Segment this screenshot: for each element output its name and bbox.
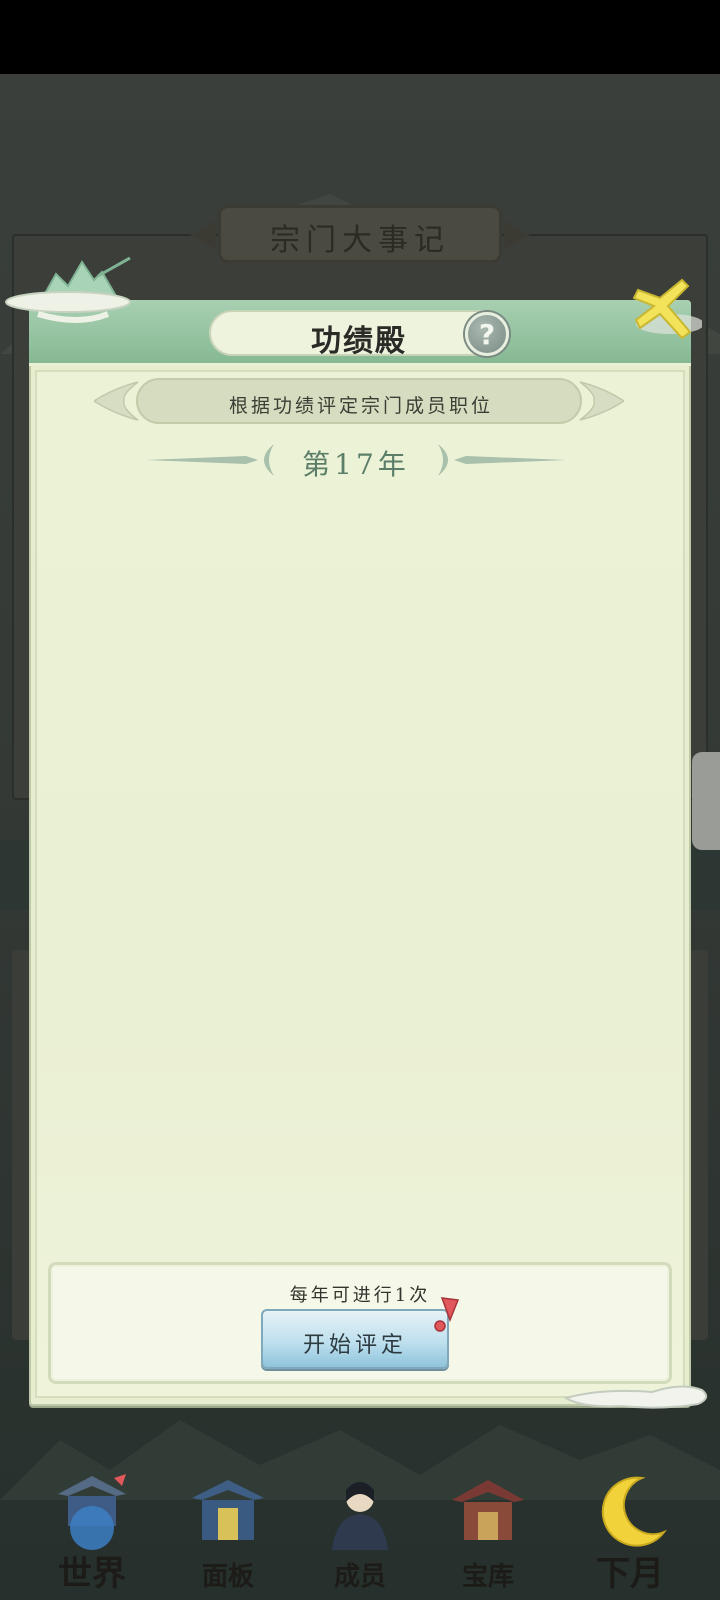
nav-label-members: 成员	[333, 1562, 386, 1592]
title-pill: 功绩殿	[209, 310, 505, 359]
start-evaluation-label: 开始评定	[302, 1333, 407, 1358]
year-divider: 第17年	[146, 440, 566, 481]
nav-item-next-month[interactable]: 下月	[570, 1464, 690, 1600]
nav-label-next-month: 下月	[596, 1554, 664, 1594]
nav-item-panel[interactable]: 面板	[168, 1464, 288, 1600]
nav-item-world[interactable]: 世界	[32, 1464, 152, 1600]
close-button[interactable]	[630, 276, 702, 342]
nav-item-treasury[interactable]: 宝库	[428, 1464, 548, 1600]
side-drawer-handle[interactable]	[692, 752, 720, 850]
background-title-plaque: 宗门大事记	[190, 205, 530, 265]
treasury-icon	[452, 1480, 524, 1540]
dialog-content-area	[35, 370, 685, 1398]
subtitle-text: 根据功绩评定宗门成员职位	[228, 395, 493, 417]
subtitle-banner: 根据功绩评定宗门成员职位	[94, 378, 624, 424]
pagoda-globe-icon	[58, 1474, 126, 1550]
nav-label-treasury: 宝库	[461, 1562, 514, 1592]
mountain-cloud-ornament-icon	[5, 256, 131, 323]
evaluation-action-box: 每年可进行1次 开始评定	[48, 1262, 672, 1384]
question-mark-icon: ?	[478, 318, 496, 351]
nav-item-members[interactable]: 成员	[300, 1464, 420, 1600]
subtitle-pill: 根据功绩评定宗门成员职位	[136, 378, 582, 424]
nav-label-panel: 面板	[201, 1562, 254, 1592]
nav-label-world: 世界	[58, 1554, 126, 1594]
crescent-moon-icon	[601, 1476, 667, 1547]
help-button[interactable]: ?	[465, 312, 509, 356]
start-evaluation-button[interactable]: 开始评定	[261, 1309, 449, 1369]
evaluation-limit-note: 每年可进行1次	[289, 1285, 431, 1306]
cloud-ornament-icon	[563, 1385, 708, 1409]
bottom-navigation: 世界 面板 成员 宝库 下月	[0, 1464, 720, 1600]
alert-exclamation-icon	[434, 1297, 460, 1332]
background-title: 宗门大事记	[270, 223, 450, 258]
member-portrait-icon	[332, 1482, 388, 1550]
dialog-title: 功绩殿	[311, 324, 407, 359]
palace-panel-icon	[192, 1480, 264, 1540]
year-label: 第17年	[302, 448, 410, 481]
status-bar	[0, 0, 720, 74]
